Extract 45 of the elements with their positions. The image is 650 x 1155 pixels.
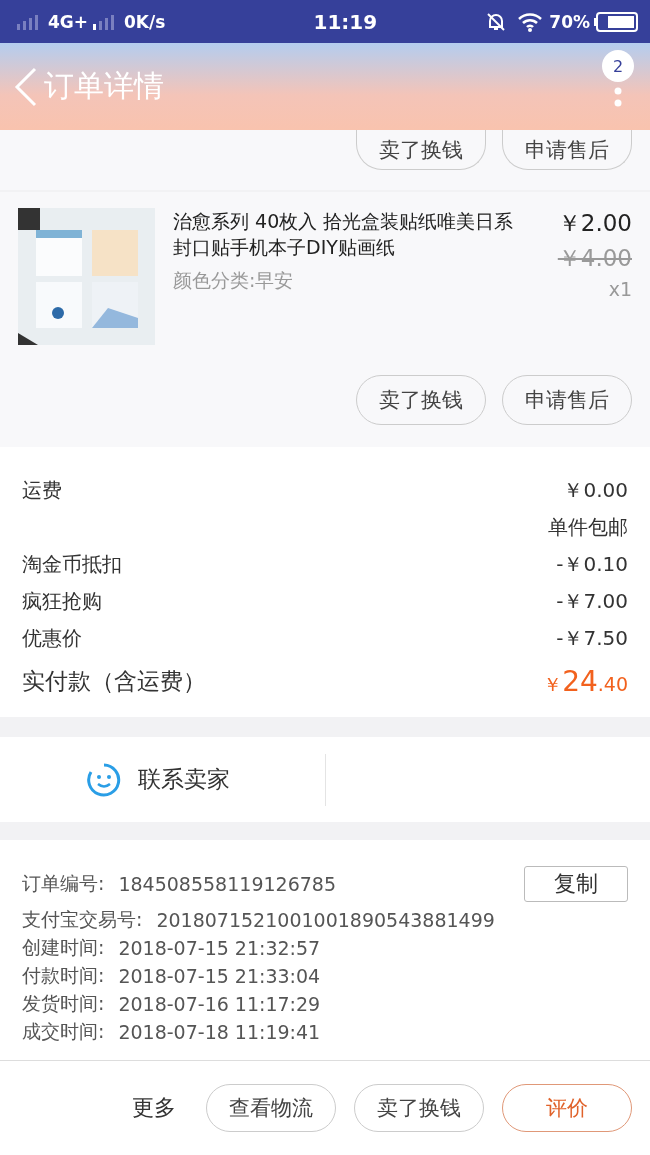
info-value: 2018-07-15 21:33:04	[118, 965, 321, 987]
fee-label: 疯狂抢购	[22, 588, 102, 615]
battery-level: 70%	[549, 11, 590, 32]
wifi-icon	[517, 11, 544, 32]
fee-value: -￥7.00	[556, 588, 628, 615]
product-quantity: x1	[608, 278, 632, 300]
network-speed: 0K/s	[124, 11, 166, 32]
info-value: 2018071521001001890543881499	[156, 909, 495, 931]
info-label: 付款时间:	[22, 963, 105, 988]
original-price: ￥4.00	[557, 244, 632, 273]
action-button[interactable]: 卖了换钱	[356, 130, 486, 170]
more-link[interactable]: 更多	[132, 1093, 176, 1123]
info-label: 支付宝交易号:	[22, 907, 143, 932]
action-button[interactable]: 申请售后	[502, 375, 632, 425]
back-icon[interactable]	[14, 66, 38, 107]
info-value: 2018-07-18 11:19:41	[118, 1021, 321, 1043]
total-amount: ￥24.40	[543, 664, 628, 698]
contact-seller-link[interactable]: 联系卖家	[138, 764, 230, 795]
fee-value: -￥7.50	[556, 625, 628, 652]
info-label: 订单编号:	[22, 871, 105, 896]
page-title: 订单详情	[44, 67, 164, 105]
product-price: ￥2.00	[557, 209, 632, 238]
network-type: 4G+	[48, 11, 89, 32]
info-label: 创建时间:	[22, 935, 105, 960]
fee-label: 优惠价	[22, 625, 82, 652]
battery-icon	[594, 11, 638, 32]
product-title[interactable]: 治愈系列 40枚入 拾光盒装贴纸唯美日系封口贴手机本子DIY贴画纸	[173, 208, 524, 260]
chat-face-icon[interactable]	[86, 761, 122, 798]
info-value: 184508558119126785	[118, 873, 336, 895]
clock-time: 11:19	[312, 9, 378, 34]
fee-value: -￥0.10	[556, 551, 628, 578]
info-value: 2018-07-15 21:32:57	[118, 937, 321, 959]
fee-note: 单件包邮	[548, 514, 628, 541]
copy-button[interactable]: 复制	[524, 866, 628, 902]
fee-label: 运费	[22, 477, 62, 504]
fee-value: ￥0.00	[563, 477, 628, 504]
total-label: 实付款（含运费）	[22, 666, 206, 696]
fee-label: 淘金币抵扣	[22, 551, 122, 578]
notification-badge: 2	[602, 50, 634, 82]
action-button[interactable]: 申请售后	[502, 130, 632, 170]
info-label: 发货时间:	[22, 991, 105, 1016]
action-button[interactable]: 卖了换钱	[356, 375, 486, 425]
product-variant: 颜色分类:早安	[173, 268, 295, 293]
info-value: 2018-07-16 11:17:29	[118, 993, 321, 1015]
info-label: 成交时间:	[22, 1019, 105, 1044]
